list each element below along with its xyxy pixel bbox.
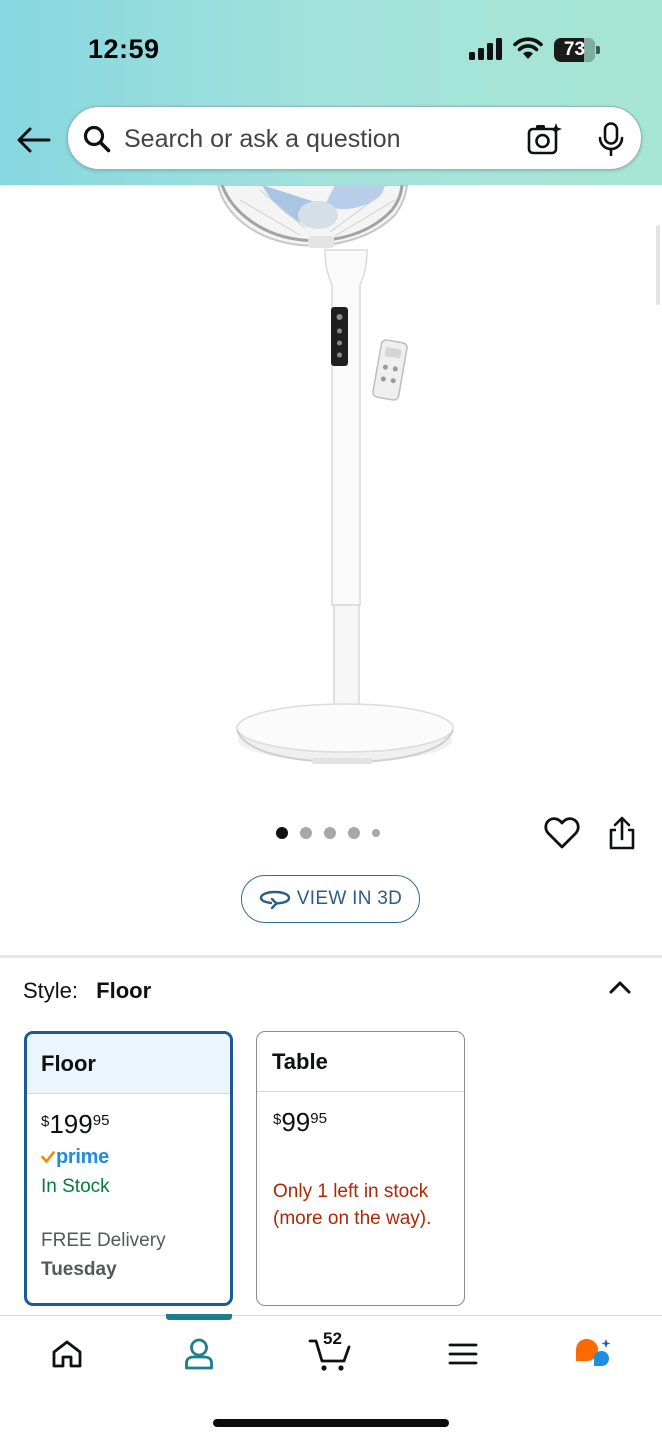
availability: Only 1 left in stock (more on the way). [273, 1181, 432, 1229]
collapse-style-button[interactable] [604, 974, 636, 998]
wishlist-button[interactable] [544, 816, 580, 850]
rufus-icon [576, 1339, 611, 1366]
carousel-dot[interactable] [348, 827, 360, 839]
cart-count-badge: 52 [323, 1329, 342, 1348]
back-button[interactable] [16, 122, 52, 158]
heart-icon [544, 817, 580, 849]
search-input[interactable] [124, 124, 504, 154]
battery-body: 73 [554, 38, 595, 62]
price-fraction: 95 [92, 1112, 110, 1129]
view-in-3d-button[interactable]: VIEW IN 3D [241, 875, 420, 923]
price-whole: 99 [281, 1107, 311, 1137]
microphone-icon[interactable] [597, 122, 625, 156]
carousel-dot[interactable] [372, 829, 380, 837]
home-indicator[interactable] [213, 1419, 449, 1427]
carousel-dot[interactable] [276, 827, 288, 839]
prime-check-icon [41, 1151, 55, 1163]
header: 12:59 73 [0, 0, 662, 185]
nav-menu[interactable] [446, 1316, 480, 1392]
you-icon [185, 1338, 213, 1370]
menu-icon [448, 1343, 478, 1365]
home-icon [52, 1340, 82, 1368]
nav-rufus[interactable] [570, 1316, 616, 1392]
chevron-up-icon [609, 981, 631, 994]
battery-indicator: 73 [554, 38, 600, 62]
nav-you[interactable] [168, 1316, 230, 1392]
share-button[interactable] [607, 815, 637, 851]
section-divider [0, 955, 662, 958]
page-scrollbar[interactable] [656, 225, 660, 305]
cellular-signal-icon [469, 38, 502, 60]
price-symbol: $ [273, 1111, 282, 1128]
prime-badge: prime [41, 1146, 230, 1168]
view-in-3d-label: VIEW IN 3D [296, 888, 403, 909]
style-selected-value: Floor [96, 978, 152, 1003]
style-selector-header: Style: Floor [23, 978, 151, 1004]
battery-level: 73 [563, 39, 586, 60]
option-name: Floor [27, 1034, 230, 1094]
battery-nub [596, 46, 600, 54]
camera-search-icon[interactable] [527, 122, 563, 156]
search-bar[interactable] [67, 106, 642, 170]
carousel-dot[interactable] [324, 827, 336, 839]
nav-cart[interactable] [305, 1316, 355, 1392]
nav-home[interactable] [44, 1316, 90, 1392]
status-time: 12:59 [88, 34, 160, 64]
back-arrow-icon [17, 127, 51, 153]
price-whole: 199 [49, 1109, 93, 1139]
delivery-label: FREE Delivery [41, 1230, 166, 1251]
style-label: Style: [23, 978, 79, 1003]
price-fraction: 95 [310, 1110, 327, 1127]
status-bar: 12:59 73 [0, 0, 662, 100]
option-price: $ 99 95 [273, 1108, 464, 1136]
style-option-floor[interactable]: Floor $ 199 95 prime In Stock FREE Deliv… [24, 1031, 233, 1306]
product-page: 12:59 73 Search or ask a question VIEW I… [0, 0, 662, 1440]
delivery-day: Tuesday [41, 1259, 117, 1280]
price-symbol: $ [41, 1113, 50, 1130]
wifi-icon [513, 37, 543, 59]
carousel-pagination[interactable] [276, 826, 392, 840]
style-option-table[interactable]: Table $ 99 95 Only 1 left in stock (more… [256, 1031, 465, 1306]
product-image-carousel[interactable] [0, 184, 662, 800]
availability: In Stock [41, 1176, 110, 1197]
option-price: $ 199 95 [41, 1110, 230, 1138]
bottom-nav-bar: 52 [0, 1314, 662, 1440]
rotate-3d-icon [259, 890, 290, 910]
pedestal-fan-image [216, 184, 454, 764]
search-icon [83, 125, 111, 153]
option-name: Table [257, 1032, 464, 1092]
prime-label: prime [56, 1145, 109, 1168]
carousel-dot[interactable] [300, 827, 312, 839]
share-icon [609, 816, 635, 850]
